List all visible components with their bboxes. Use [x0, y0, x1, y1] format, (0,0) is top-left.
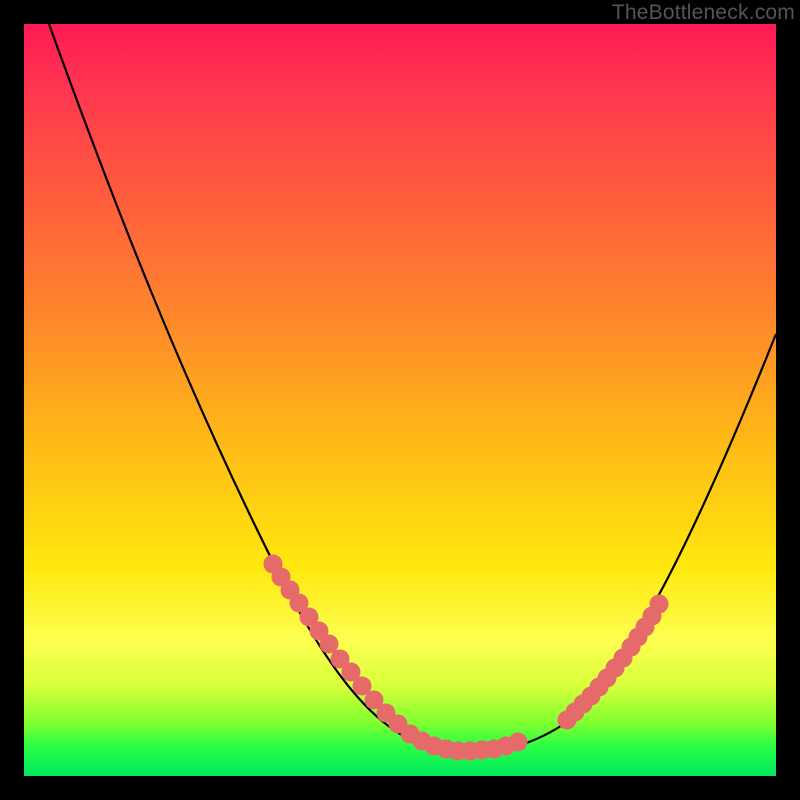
- marker-dots: [264, 555, 669, 761]
- watermark-text: TheBottleneck.com: [612, 1, 795, 25]
- chart-frame: TheBottleneck.com: [0, 0, 800, 800]
- curve-svg: [24, 24, 776, 776]
- main-curve: [49, 24, 776, 751]
- marker-dot: [650, 595, 669, 614]
- plot-area: [24, 24, 776, 776]
- marker-dot: [509, 733, 528, 752]
- series-curve: [49, 24, 776, 751]
